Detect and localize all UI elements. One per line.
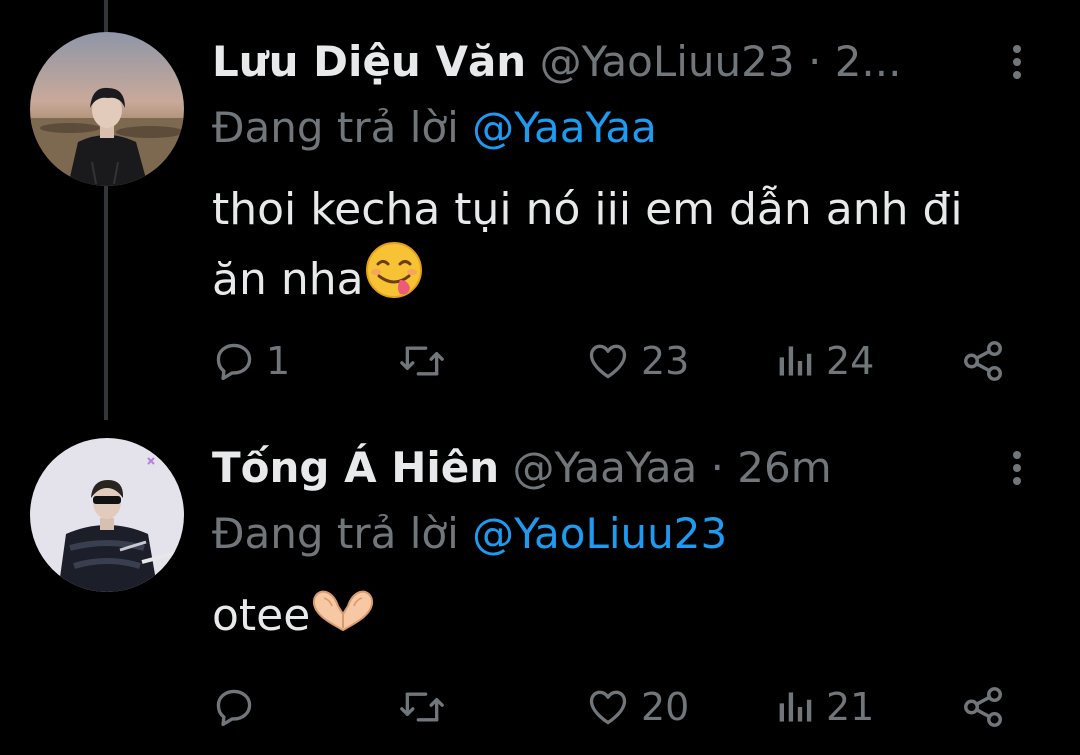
like-count: 23 — [641, 339, 690, 383]
display-name[interactable]: Tống Á Hiên — [212, 443, 499, 492]
reply-count: 1 — [266, 339, 291, 383]
separator-dot: · — [710, 443, 724, 492]
more-options-icon[interactable] — [1004, 438, 1030, 498]
tweet-text-line: thoi kecha tụi nó iii em dẫn anh đi — [212, 184, 963, 235]
retweet-icon — [400, 692, 444, 722]
like-button[interactable]: 20 — [585, 682, 689, 732]
tweet-2[interactable]: Tống Á Hiên @YaaYaa · 26m Đang trả lời @… — [0, 438, 1080, 738]
tweet-text: thoi kecha tụi nó iii em dẫn anh đi ăn n… — [212, 180, 1032, 316]
share-button[interactable] — [960, 682, 1006, 732]
views-button[interactable]: 24 — [776, 336, 874, 386]
avatar[interactable] — [30, 438, 184, 592]
share-icon — [964, 341, 1002, 381]
reply-icon — [216, 343, 252, 381]
reply-mention-link[interactable]: @YaaYaa — [472, 103, 657, 152]
retweet-icon — [400, 346, 444, 376]
reply-button[interactable] — [212, 682, 266, 732]
view-count: 21 — [826, 685, 875, 729]
heart-hands-icon — [310, 584, 376, 652]
replying-to: Đang trả lời @YaaYaa — [212, 98, 657, 158]
replying-to: Đang trả lời @YaoLiuu23 — [212, 504, 727, 564]
reply-button[interactable]: 1 — [212, 336, 290, 386]
like-button[interactable]: 23 — [585, 336, 689, 386]
face-savoring-food-icon — [364, 240, 424, 316]
views-chart-icon — [779, 346, 812, 376]
tweet-header: Tống Á Hiên @YaaYaa · 26m — [212, 438, 1012, 498]
tweet-text-fragment: otee — [212, 590, 311, 641]
view-count: 24 — [826, 339, 875, 383]
tweet-header: Lưu Diệu Văn @YaoLiuu23 · 2... — [212, 32, 1012, 92]
display-name[interactable]: Lưu Diệu Văn — [212, 37, 526, 86]
tweet-text-line: ăn nha — [212, 240, 1032, 316]
views-button[interactable]: 21 — [776, 682, 874, 732]
views-chart-icon — [779, 692, 812, 722]
reply-mention-link[interactable]: @YaoLiuu23 — [472, 509, 727, 558]
reply-icon — [216, 689, 252, 727]
heart-icon — [589, 690, 627, 725]
tweet-text: otee — [212, 584, 1032, 652]
replying-label: Đang trả lời — [212, 509, 459, 558]
separator-dot: · — [807, 37, 822, 86]
timestamp[interactable]: 2... — [835, 37, 902, 86]
heart-icon — [589, 344, 627, 379]
retweet-button[interactable] — [398, 336, 456, 386]
timestamp[interactable]: 26m — [737, 443, 831, 492]
like-count: 20 — [641, 685, 690, 729]
share-icon — [964, 687, 1002, 727]
more-options-icon[interactable] — [1004, 32, 1030, 92]
replying-label: Đang trả lời — [212, 103, 459, 152]
tweet-1[interactable]: Lưu Diệu Văn @YaoLiuu23 · 2... Đang trả … — [0, 32, 1080, 402]
retweet-button[interactable] — [398, 682, 456, 732]
avatar[interactable] — [30, 32, 184, 186]
share-button[interactable] — [960, 336, 1006, 386]
user-handle[interactable]: @YaoLiuu23 — [540, 37, 795, 86]
tweet-text-line: otee — [212, 584, 1032, 652]
user-handle[interactable]: @YaaYaa — [513, 443, 698, 492]
tweet-text-fragment: ăn nha — [212, 254, 364, 305]
